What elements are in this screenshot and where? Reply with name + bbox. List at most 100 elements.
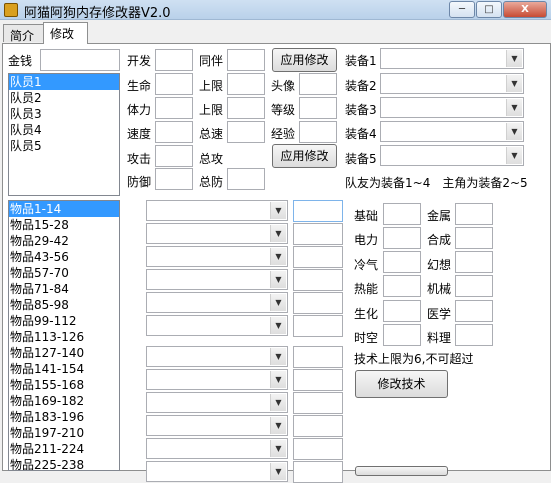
minimize-button[interactable]: ─ (449, 1, 475, 18)
item-quantity-input[interactable] (293, 369, 343, 391)
item-slot-select[interactable]: ▼ (146, 415, 288, 436)
item-slot-select[interactable]: ▼ (146, 223, 288, 244)
list-item[interactable]: 队员1 (9, 74, 119, 90)
list-item[interactable]: 物品15-28 (9, 217, 119, 233)
list-item[interactable]: 物品71-84 (9, 281, 119, 297)
list-item[interactable]: 物品141-154 (9, 361, 119, 377)
stat-input[interactable] (227, 97, 265, 119)
item-slot-select[interactable]: ▼ (146, 369, 288, 390)
chevron-down-icon: ▼ (270, 294, 286, 311)
item-quantity-input[interactable] (293, 292, 343, 314)
stat-input[interactable] (227, 168, 265, 190)
skill-input[interactable] (455, 227, 493, 249)
list-item[interactable]: 物品211-224 (9, 441, 119, 457)
list-item[interactable]: 物品113-126 (9, 329, 119, 345)
skill-input[interactable] (455, 324, 493, 346)
stat-label: 速度 (127, 127, 152, 141)
modify-skills-button[interactable]: 修改技术 (355, 370, 448, 398)
stat-input[interactable] (299, 121, 337, 143)
skill-input[interactable] (383, 251, 421, 273)
app-icon (4, 3, 18, 17)
item-quantity-input[interactable] (293, 200, 343, 222)
skill-input[interactable] (455, 203, 493, 225)
item-quantity-input[interactable] (293, 223, 343, 245)
stat-input[interactable] (227, 73, 265, 95)
list-item[interactable]: 物品43-56 (9, 249, 119, 265)
list-item[interactable]: 物品183-196 (9, 409, 119, 425)
list-item[interactable]: 物品127-140 (9, 345, 119, 361)
list-item[interactable]: 物品1-14 (9, 201, 119, 217)
skill-input[interactable] (455, 251, 493, 273)
item-quantity-input[interactable] (293, 438, 343, 460)
skill-input[interactable] (383, 324, 421, 346)
equip-5-select[interactable]: ▼ (380, 145, 524, 166)
stat-input[interactable] (155, 121, 193, 143)
skill-input[interactable] (455, 300, 493, 322)
list-item[interactable]: 物品197-210 (9, 425, 119, 441)
list-item[interactable]: 队员3 (9, 106, 119, 122)
tab-modify[interactable]: 修改 (43, 22, 88, 44)
list-item[interactable]: 物品85-98 (9, 297, 119, 313)
skill-input[interactable] (383, 227, 421, 249)
list-item[interactable]: 物品169-182 (9, 393, 119, 409)
item-slot-select[interactable]: ▼ (146, 461, 288, 482)
stat-input[interactable] (227, 49, 265, 71)
stat-label: 总攻 (199, 152, 224, 166)
equip-4-select[interactable]: ▼ (380, 121, 524, 142)
item-slot-select[interactable]: ▼ (146, 292, 288, 313)
list-item[interactable]: 队员5 (9, 138, 119, 154)
maximize-button[interactable]: □ (476, 1, 502, 18)
skill-input[interactable] (455, 275, 493, 297)
stat-input[interactable] (227, 121, 265, 143)
close-button[interactable]: X (503, 1, 547, 18)
item-slot-select[interactable]: ▼ (146, 200, 288, 221)
stat-input[interactable] (155, 97, 193, 119)
stat-input[interactable] (155, 49, 193, 71)
list-item[interactable]: 物品99-112 (9, 313, 119, 329)
item-quantity-input[interactable] (293, 461, 343, 483)
item-slot-select[interactable]: ▼ (146, 269, 288, 290)
stat-label: 体力 (127, 103, 152, 117)
skill-label: 时空 (354, 331, 379, 345)
item-quantity-input[interactable] (293, 246, 343, 268)
item-slot-select[interactable]: ▼ (146, 392, 288, 413)
apply-changes-button[interactable]: 应用修改 (272, 48, 337, 72)
skill-input[interactable] (383, 203, 421, 225)
window-title: 阿猫阿狗内存修改器V2.0 (24, 6, 171, 21)
stat-label: 防御 (127, 175, 152, 189)
list-item[interactable]: 物品155-168 (9, 377, 119, 393)
stat-label: 生命 (127, 79, 152, 93)
item-slot-select[interactable]: ▼ (146, 346, 288, 367)
partial-button[interactable] (355, 466, 448, 476)
skill-label: 合成 (427, 233, 452, 247)
stat-input[interactable] (299, 73, 337, 95)
list-item[interactable]: 物品29-42 (9, 233, 119, 249)
list-item[interactable]: 物品225-238 (9, 457, 119, 470)
stat-input[interactable] (155, 145, 193, 167)
apply-changes-button-2[interactable]: 应用修改 (272, 144, 337, 168)
equip-2-select[interactable]: ▼ (380, 73, 524, 94)
item-quantity-input[interactable] (293, 269, 343, 291)
skill-input[interactable] (383, 275, 421, 297)
item-slot-select[interactable]: ▼ (146, 246, 288, 267)
item-slot-select[interactable]: ▼ (146, 438, 288, 459)
money-input[interactable] (40, 49, 120, 71)
list-item[interactable]: 队员4 (9, 122, 119, 138)
item-list[interactable]: 物品1-14 物品15-28 物品29-42 物品43-56 物品57-70 物… (8, 200, 120, 471)
equip-note: 队友为装备1~4 主角为装备2~5 (345, 176, 528, 190)
tab-intro[interactable]: 简介 (3, 24, 44, 43)
list-item[interactable]: 物品57-70 (9, 265, 119, 281)
item-quantity-input[interactable] (293, 346, 343, 368)
item-slot-select[interactable]: ▼ (146, 315, 288, 336)
stat-input[interactable] (155, 73, 193, 95)
equip-1-select[interactable]: ▼ (380, 48, 524, 69)
item-quantity-input[interactable] (293, 392, 343, 414)
stat-input[interactable] (299, 97, 337, 119)
equip-3-select[interactable]: ▼ (380, 97, 524, 118)
item-quantity-input[interactable] (293, 415, 343, 437)
skill-input[interactable] (383, 300, 421, 322)
member-list[interactable]: 队员1 队员2 队员3 队员4 队员5 (8, 73, 120, 196)
stat-input[interactable] (155, 168, 193, 190)
item-quantity-input[interactable] (293, 315, 343, 337)
list-item[interactable]: 队员2 (9, 90, 119, 106)
